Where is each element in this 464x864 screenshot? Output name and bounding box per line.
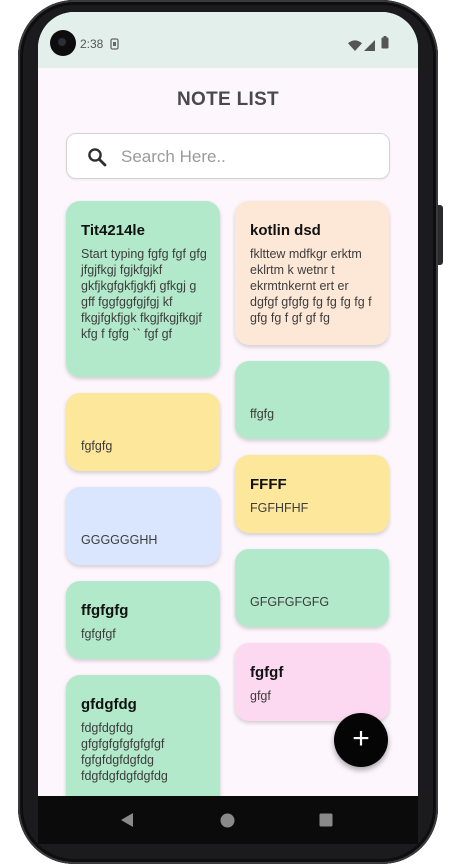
- recents-icon[interactable]: [319, 813, 333, 832]
- app-screen: 2:38 NOTE LIST Tit4214le Start typing fg…: [38, 12, 418, 796]
- note-title: fgfgf: [250, 664, 284, 681]
- note-body: Start typing fgfg fgf gfg jfgjfkgj fgjkf…: [81, 247, 207, 341]
- note-card[interactable]: GFGFGFGFG: [235, 549, 389, 627]
- note-body: FGFHFHF: [250, 501, 309, 515]
- note-title: FFFF: [250, 476, 287, 493]
- home-icon[interactable]: [220, 813, 235, 833]
- note-title: Tit4214le: [81, 222, 145, 239]
- note-card[interactable]: gfdgfdg fdgfdgfdg gfgfgfgfgfgfgfgf fgfgf…: [66, 675, 220, 796]
- note-card[interactable]: GGGGGGHH: [66, 487, 220, 565]
- note-body: fklttew mdfkgr erktm eklrtm k wetnr t ek…: [250, 247, 372, 325]
- note-body: gfgf: [250, 689, 271, 703]
- battery-icon: [381, 36, 389, 54]
- note-title: gfdgfdg: [81, 696, 137, 713]
- sim-icon: [110, 37, 119, 55]
- note-card[interactable]: Tit4214le Start typing fgfg fgf gfg jfgj…: [66, 201, 220, 377]
- back-icon[interactable]: [120, 812, 134, 833]
- navigation-bar: [38, 796, 418, 844]
- note-body: GFGFGFGFG: [250, 595, 330, 609]
- page-title: NOTE LIST: [177, 89, 279, 110]
- note-card[interactable]: FFFF FGFHFHF: [235, 455, 389, 533]
- status-bar: 2:38: [38, 12, 418, 68]
- note-body: GGGGGGHH: [81, 533, 158, 547]
- note-title: kotlin dsd: [250, 222, 321, 239]
- status-time: 2:38: [80, 37, 104, 51]
- note-card[interactable]: ffgfgfg fgfgfgf: [66, 581, 220, 659]
- search-input[interactable]: [119, 134, 383, 180]
- search-icon: [87, 147, 107, 172]
- note-card[interactable]: ffgfg: [235, 361, 389, 439]
- search-bar[interactable]: [66, 133, 390, 180]
- front-camera: [50, 30, 76, 56]
- power-button: [438, 205, 443, 265]
- note-card[interactable]: fgfgf gfgf: [235, 643, 389, 721]
- note-card[interactable]: fgfgfg: [66, 393, 220, 471]
- note-body: ffgfg: [250, 407, 275, 421]
- note-title: ffgfgfg: [81, 602, 129, 619]
- add-note-button[interactable]: +: [334, 713, 388, 767]
- note-body: fdgfdgfdg gfgfgfgfgfgfgfgf fgfgfdgfdgfdg…: [81, 721, 168, 783]
- note-card[interactable]: kotlin dsd fklttew mdfkgr erktm eklrtm k…: [235, 201, 389, 345]
- wifi-icon: [348, 38, 362, 56]
- signal-icon: [364, 38, 375, 56]
- note-body: fgfgfgf: [81, 627, 116, 641]
- note-body: fgfgfg: [81, 439, 113, 453]
